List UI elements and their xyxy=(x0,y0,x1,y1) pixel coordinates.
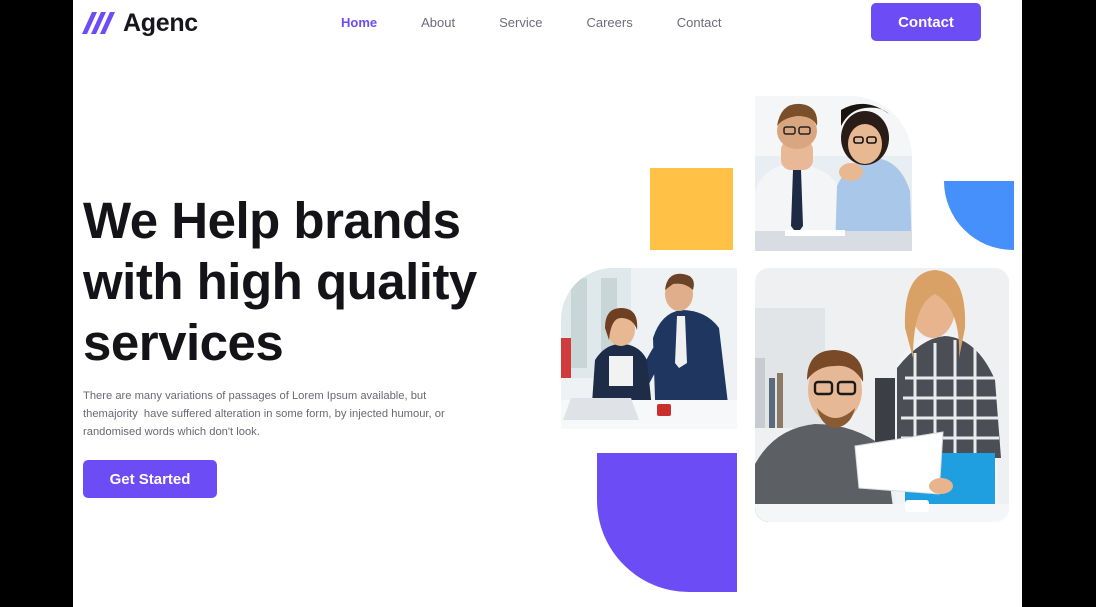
hero-title-line-2: with high quality xyxy=(83,253,477,310)
hero-title: We Help brands with high quality service… xyxy=(83,190,543,373)
brand-logo[interactable]: Agenc xyxy=(82,8,198,38)
team-photo-duo xyxy=(755,96,912,251)
contact-button[interactable]: Contact xyxy=(871,3,981,41)
hero-desc-line-3: randomised words which don't look. xyxy=(83,426,260,438)
landing-page: Agenc Home About Service Careers Contact… xyxy=(73,0,1022,607)
purple-quarter-circle-decoration xyxy=(597,453,737,592)
hero-desc-line-2: themajority have suffered alteration in … xyxy=(83,408,445,420)
brand-name: Agenc xyxy=(123,8,198,37)
nav-service[interactable]: Service xyxy=(499,14,542,31)
logo-mark-icon xyxy=(82,12,115,34)
nav-careers[interactable]: Careers xyxy=(586,14,632,31)
hero-title-line-1: We Help brands xyxy=(83,192,461,249)
hero-title-line-3: services xyxy=(83,314,284,371)
nav-about[interactable]: About xyxy=(421,14,455,31)
team-photo-coworkers xyxy=(755,268,1009,522)
yellow-square-decoration xyxy=(650,168,733,250)
hero-description: There are many variations of passages of… xyxy=(83,387,483,441)
team-photo-office xyxy=(561,268,737,429)
nav-home[interactable]: Home xyxy=(341,14,377,31)
main-nav: Home About Service Careers Contact xyxy=(341,14,766,31)
nav-contact[interactable]: Contact xyxy=(677,14,722,31)
blue-quarter-circle-decoration xyxy=(944,181,1014,250)
get-started-button[interactable]: Get Started xyxy=(83,460,217,498)
hero-desc-line-1: There are many variations of passages of… xyxy=(83,390,427,402)
